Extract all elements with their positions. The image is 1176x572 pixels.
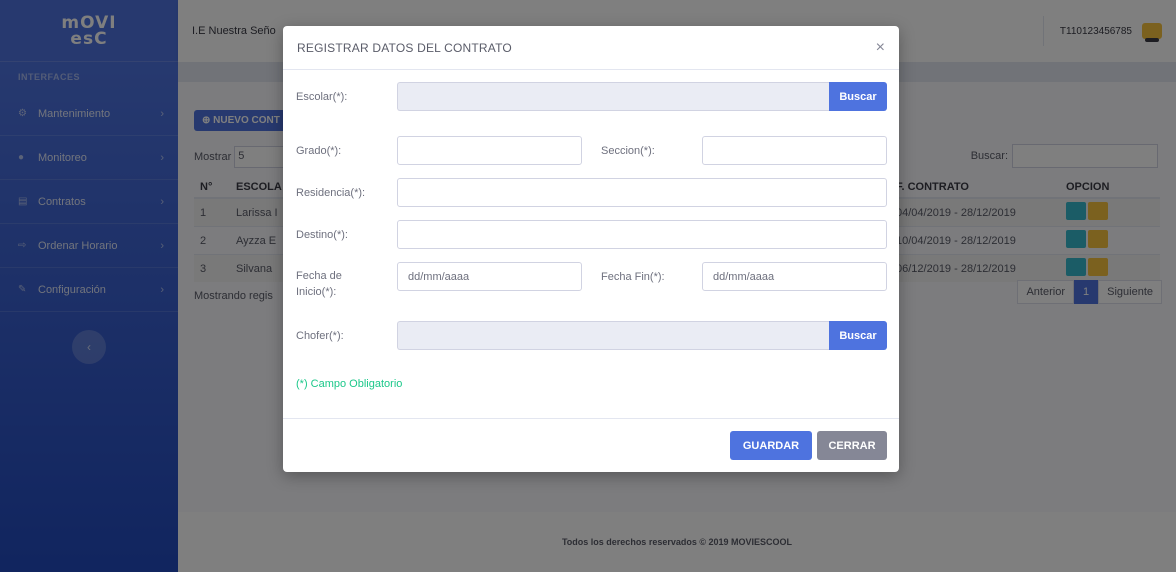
required-note: (*) Campo Obligatorio (296, 378, 403, 390)
modal-header: REGISTRAR DATOS DEL CONTRATO × (283, 26, 899, 70)
contract-modal: REGISTRAR DATOS DEL CONTRATO × Escolar(*… (283, 26, 899, 472)
save-button[interactable]: GUARDAR (730, 431, 812, 460)
chofer-search-button[interactable]: Buscar (829, 321, 887, 350)
escolar-search-button[interactable]: Buscar (829, 82, 887, 111)
fecha-fin-field[interactable]: dd/mm/aaaa (702, 262, 887, 291)
residencia-label: Residencia(*): (296, 187, 366, 199)
seccion-field[interactable] (702, 136, 887, 165)
chofer-label: Chofer(*): (296, 330, 344, 342)
destino-field[interactable] (397, 220, 887, 249)
fecha-fin-label: Fecha Fin(*): (601, 271, 665, 283)
chofer-field[interactable] (397, 321, 829, 350)
modal-title: REGISTRAR DATOS DEL CONTRATO (297, 40, 512, 55)
destino-label: Destino(*): (296, 229, 348, 241)
grado-field[interactable] (397, 136, 582, 165)
grado-label: Grado(*): (296, 145, 342, 157)
seccion-label: Seccion(*): (601, 145, 655, 157)
modal-footer: GUARDAR CERRAR (283, 418, 899, 472)
fecha-inicio-label: Fecha de Inicio(*): (296, 270, 342, 298)
fecha-inicio-field[interactable]: dd/mm/aaaa (397, 262, 582, 291)
escolar-field[interactable] (397, 82, 829, 111)
close-icon[interactable]: × (876, 39, 885, 57)
residencia-field[interactable] (397, 178, 887, 207)
close-button[interactable]: CERRAR (817, 431, 887, 460)
escolar-label: Escolar(*): (296, 91, 348, 103)
modal-body: Escolar(*): Buscar Grado(*): Seccion(*):… (283, 70, 899, 418)
